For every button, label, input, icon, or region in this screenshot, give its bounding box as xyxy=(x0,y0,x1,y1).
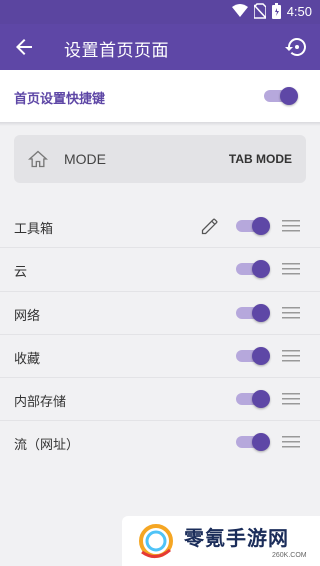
pencil-icon[interactable] xyxy=(200,216,220,236)
drag-handle-icon[interactable] xyxy=(282,263,300,275)
home-items-list: 工具箱 云 网络 收藏 内部存储 流（网址） xyxy=(0,205,320,465)
drag-handle-icon[interactable] xyxy=(282,220,300,232)
list-item[interactable]: 流（网址） xyxy=(0,421,320,464)
tab-mode-button[interactable]: TAB MODE xyxy=(229,152,292,166)
item-toggle[interactable] xyxy=(236,390,270,409)
shortcut-label: 首页设置快捷键 xyxy=(14,92,106,107)
watermark-subtext: 260K.COM xyxy=(272,552,307,559)
item-toggle[interactable] xyxy=(236,217,270,235)
restore-icon[interactable] xyxy=(284,35,308,59)
app-bar: 设置首页页面 xyxy=(0,24,320,70)
watermark-logo-icon xyxy=(139,524,173,558)
watermark: 零氪手游网 260K.COM xyxy=(122,516,320,566)
list-item[interactable]: 收藏 xyxy=(0,335,320,379)
drag-handle-icon[interactable] xyxy=(282,393,300,405)
watermark-text: 零氪手游网 xyxy=(184,526,289,550)
item-label: 工具箱 xyxy=(14,222,54,237)
drag-handle-icon[interactable] xyxy=(282,306,300,319)
item-toggle[interactable] xyxy=(236,346,270,365)
item-label: 流（网址） xyxy=(14,438,80,454)
list-item[interactable]: 云 xyxy=(0,248,320,292)
list-item[interactable]: 内部存储 xyxy=(0,378,320,422)
status-time: 4:50 xyxy=(286,3,312,19)
page-title: 设置首页页面 xyxy=(64,41,169,61)
item-label: 云 xyxy=(14,265,28,281)
item-toggle[interactable] xyxy=(236,260,270,279)
item-toggle[interactable] xyxy=(236,433,270,452)
back-arrow-icon[interactable] xyxy=(12,35,36,59)
status-bar: 4:50 xyxy=(0,0,320,24)
item-label: 收藏 xyxy=(14,351,41,367)
shortcut-toggle[interactable] xyxy=(264,87,298,105)
drag-handle-icon[interactable] xyxy=(282,436,300,448)
shortcut-row[interactable]: 首页设置快捷键 xyxy=(0,70,320,122)
drag-handle-icon[interactable] xyxy=(282,349,300,362)
item-label: 网络 xyxy=(14,308,41,324)
battery-icon xyxy=(271,3,281,19)
item-label: 内部存储 xyxy=(14,395,67,411)
wifi-icon xyxy=(231,4,248,17)
no-sim-icon xyxy=(253,3,266,19)
mode-label: MODE xyxy=(64,151,106,167)
item-toggle[interactable] xyxy=(236,303,270,322)
mode-card[interactable]: MODE TAB MODE xyxy=(14,135,306,183)
home-icon xyxy=(28,150,48,168)
list-item[interactable]: 工具箱 xyxy=(0,205,320,249)
divider xyxy=(0,122,320,126)
list-item[interactable]: 网络 xyxy=(0,292,320,335)
